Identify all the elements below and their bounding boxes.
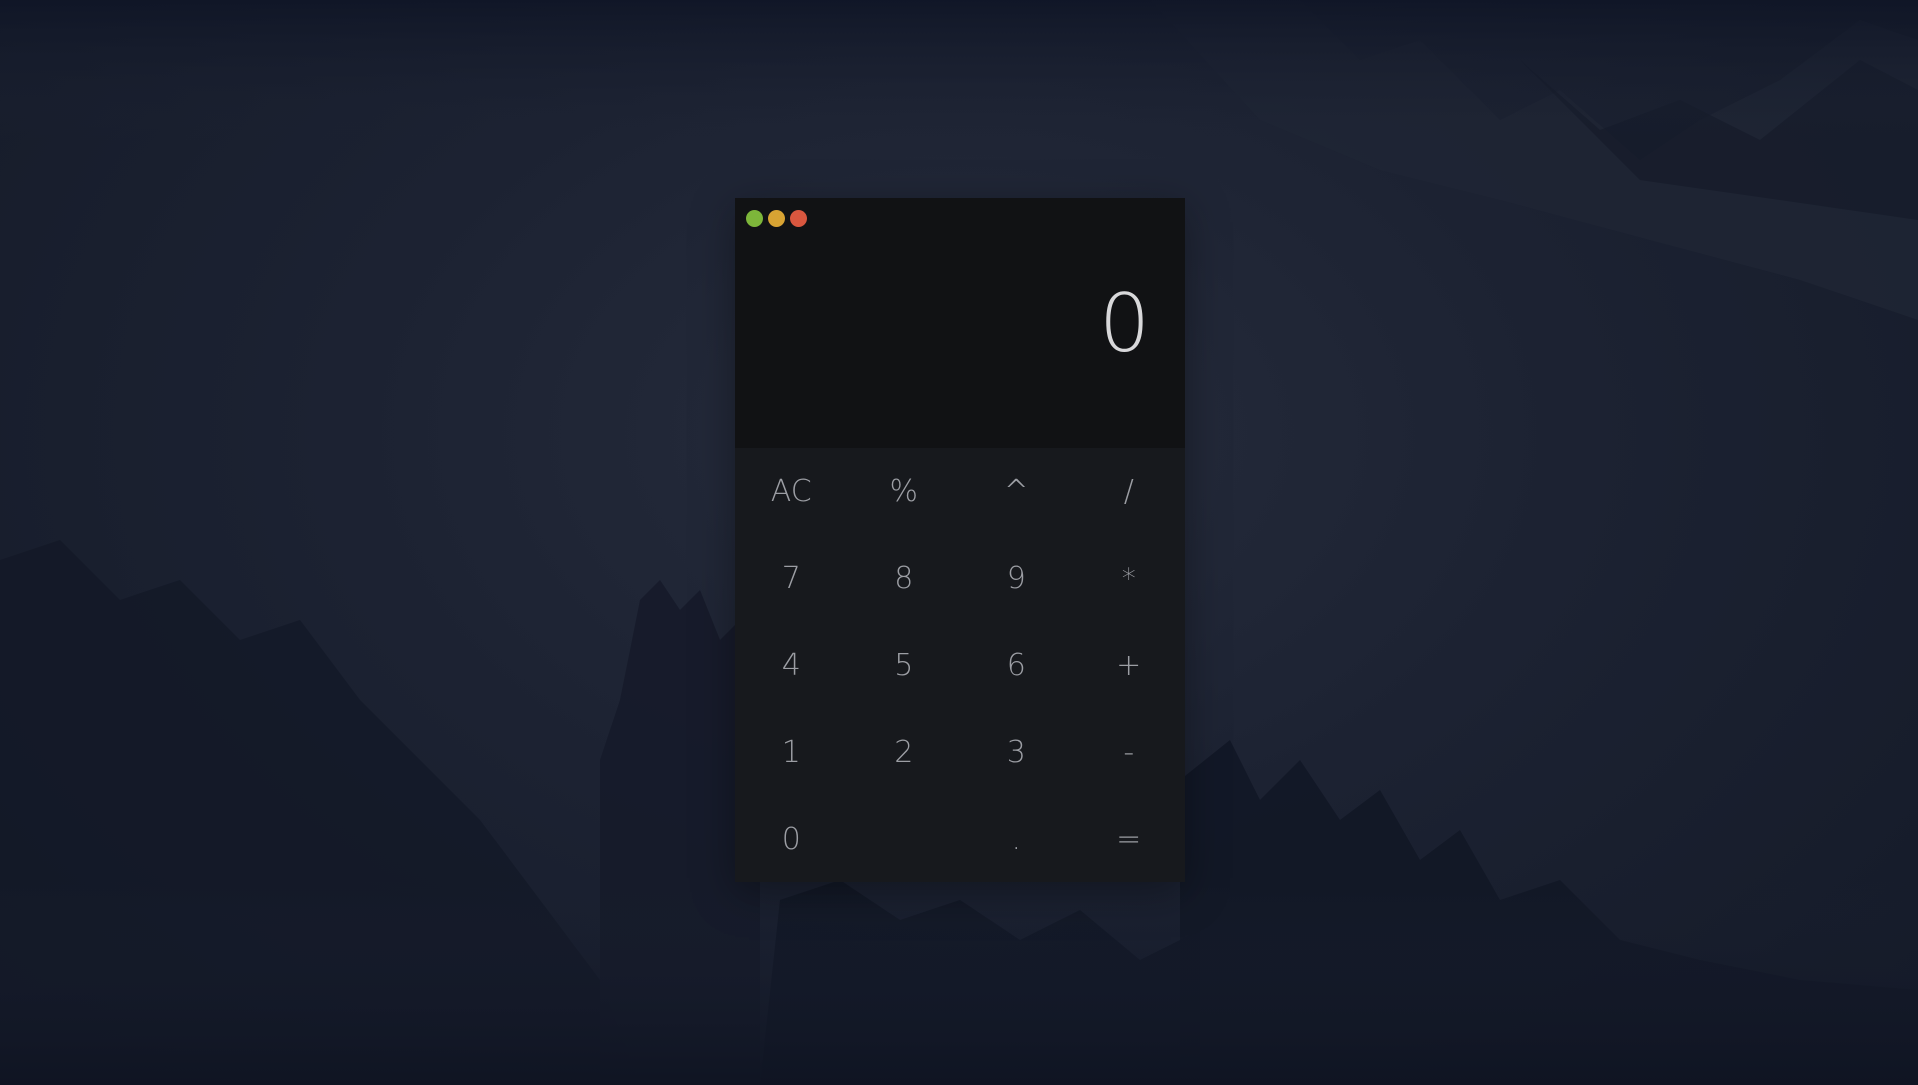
desktop-wallpaper: 0 AC % ^ / 7 8 9 * 4 5 6 + 1 2 3 - 0 . = xyxy=(0,0,1918,1085)
key-multiply[interactable]: * xyxy=(1073,535,1186,622)
key-7[interactable]: 7 xyxy=(735,535,848,622)
key-decimal[interactable]: . xyxy=(960,796,1073,882)
key-percent[interactable]: % xyxy=(848,448,961,535)
key-empty xyxy=(848,796,961,882)
display-value: 0 xyxy=(1099,277,1151,370)
key-minus[interactable]: - xyxy=(1073,709,1186,796)
key-9[interactable]: 9 xyxy=(960,535,1073,622)
key-0[interactable]: 0 xyxy=(735,796,848,882)
key-8[interactable]: 8 xyxy=(848,535,961,622)
key-6[interactable]: 6 xyxy=(960,622,1073,709)
key-5[interactable]: 5 xyxy=(848,622,961,709)
key-divide[interactable]: / xyxy=(1073,448,1186,535)
maximize-button[interactable] xyxy=(746,210,763,227)
key-2[interactable]: 2 xyxy=(848,709,961,796)
key-all-clear[interactable]: AC xyxy=(735,448,848,535)
close-button[interactable] xyxy=(790,210,807,227)
key-4[interactable]: 4 xyxy=(735,622,848,709)
key-3[interactable]: 3 xyxy=(960,709,1073,796)
keypad: AC % ^ / 7 8 9 * 4 5 6 + 1 2 3 - 0 . = xyxy=(735,448,1185,882)
key-equals[interactable]: = xyxy=(1073,796,1186,882)
calculator-window: 0 AC % ^ / 7 8 9 * 4 5 6 + 1 2 3 - 0 . = xyxy=(735,198,1185,882)
key-1[interactable]: 1 xyxy=(735,709,848,796)
title-bar[interactable] xyxy=(735,198,1185,238)
key-plus[interactable]: + xyxy=(1073,622,1186,709)
key-power[interactable]: ^ xyxy=(960,448,1073,535)
minimize-button[interactable] xyxy=(768,210,785,227)
